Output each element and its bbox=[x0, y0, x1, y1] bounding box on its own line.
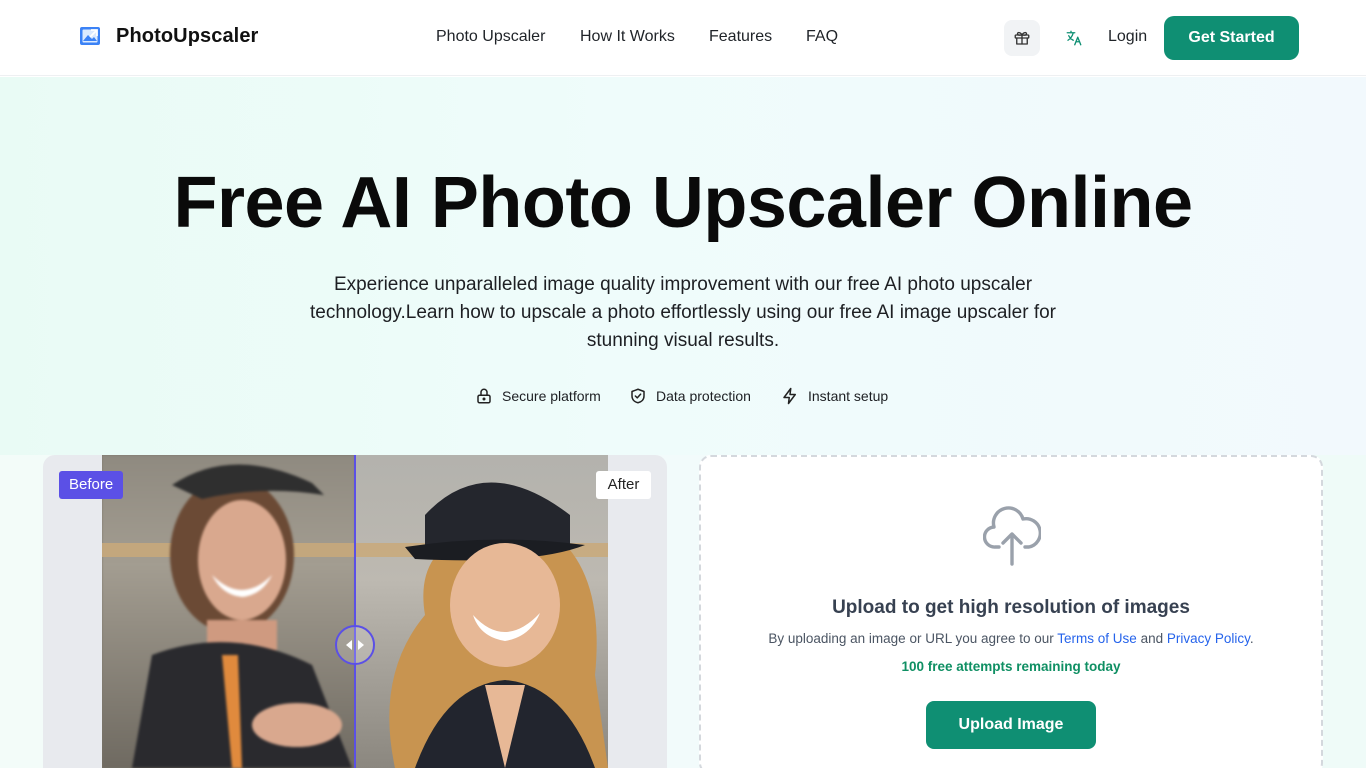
image-upscale-icon bbox=[80, 27, 100, 45]
lightning-icon bbox=[783, 387, 796, 405]
cloud-upload-icon bbox=[983, 506, 1041, 566]
brand[interactable]: PhotoUpscaler bbox=[78, 24, 258, 48]
feature-label: Secure platform bbox=[502, 388, 601, 404]
hero-description: Experience unparalleled image quality im… bbox=[309, 274, 1057, 351]
nav-link-faq[interactable]: FAQ bbox=[806, 28, 838, 46]
terms-of-use-link[interactable]: Terms of Use bbox=[1057, 631, 1137, 646]
feature-data-protection: Data protection bbox=[629, 387, 751, 405]
login-link[interactable]: Login bbox=[1108, 28, 1147, 46]
gift-button[interactable] bbox=[1004, 20, 1040, 56]
translate-icon bbox=[1066, 30, 1082, 46]
gift-icon bbox=[1014, 31, 1030, 45]
before-after-compare[interactable]: Before After bbox=[43, 455, 667, 768]
compare-slider-handle[interactable] bbox=[335, 625, 375, 665]
free-attempts-remaining: 100 free attempts remaining today bbox=[901, 659, 1121, 674]
feature-label: Instant setup bbox=[808, 388, 889, 404]
upload-dropzone[interactable]: Upload to get high resolution of images … bbox=[699, 455, 1323, 768]
before-label: Before bbox=[59, 471, 124, 499]
privacy-policy-link[interactable]: Privacy Policy bbox=[1167, 631, 1250, 646]
feature-label: Data protection bbox=[656, 388, 751, 404]
brand-name: PhotoUpscaler bbox=[116, 24, 259, 47]
nav-link-how-it-works[interactable]: How It Works bbox=[580, 28, 675, 46]
nav-link-photo-upscaler[interactable]: Photo Upscaler bbox=[436, 28, 545, 46]
upload-title: Upload to get high resolution of images bbox=[832, 597, 1190, 618]
upload-image-button[interactable]: Upload Image bbox=[926, 701, 1096, 749]
hero-title: Free AI Photo Upscaler Online bbox=[173, 163, 1193, 243]
after-label: After bbox=[596, 471, 651, 499]
hero-section: Free AI Photo Upscaler Online Experience… bbox=[0, 77, 1366, 455]
language-switcher[interactable] bbox=[1062, 26, 1086, 50]
upload-terms-text: By uploading an image or URL you agree t… bbox=[768, 631, 1254, 646]
lock-icon bbox=[477, 388, 491, 404]
feature-secure-platform: Secure platform bbox=[475, 387, 601, 405]
nav-link-features[interactable]: Features bbox=[709, 28, 772, 46]
top-navbar: PhotoUpscaler Photo Upscaler How It Work… bbox=[0, 0, 1366, 76]
compare-divider-line[interactable] bbox=[354, 455, 356, 768]
photo-person-right bbox=[389, 482, 608, 768]
slider-arrows-icon bbox=[346, 640, 364, 650]
photo-person-left bbox=[132, 464, 352, 768]
shield-check-icon bbox=[631, 388, 645, 404]
get-started-button[interactable]: Get Started bbox=[1164, 16, 1299, 60]
feature-instant-setup: Instant setup bbox=[781, 387, 888, 405]
